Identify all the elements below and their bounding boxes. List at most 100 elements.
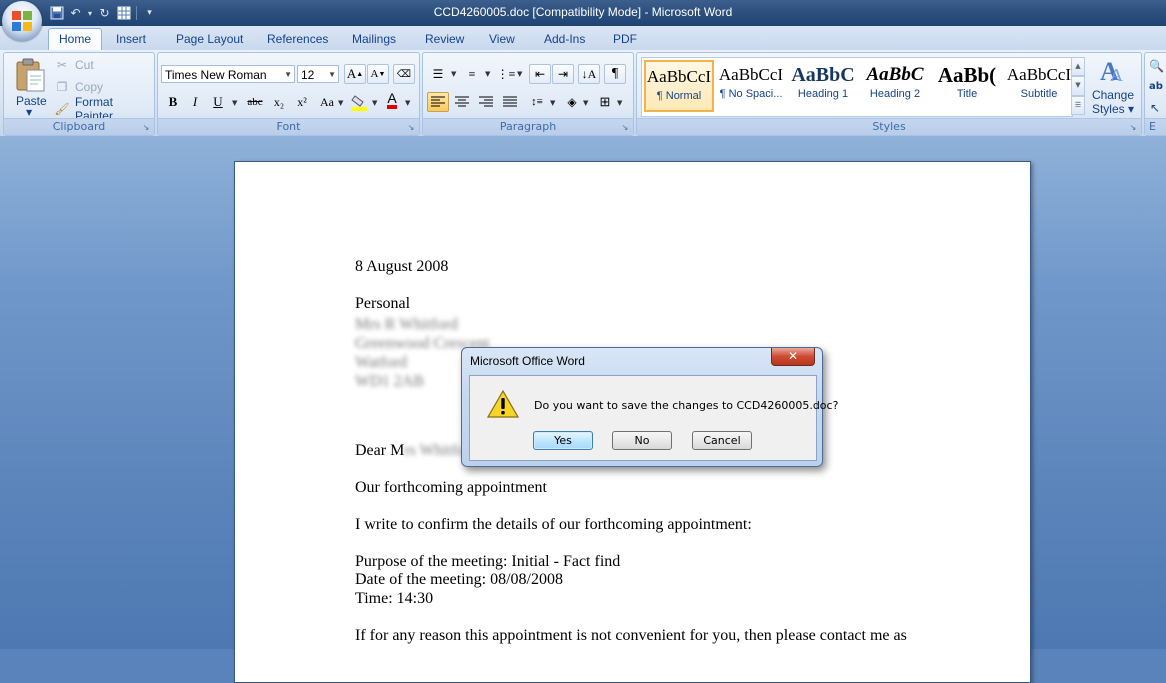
style-no-spacing[interactable]: AaBbCcI ¶ No Spaci... bbox=[716, 60, 786, 112]
grow-font-icon[interactable]: A ▲ bbox=[344, 64, 366, 84]
style-name: ¶ Normal bbox=[656, 90, 702, 102]
style-title[interactable]: AaBb( Title bbox=[932, 60, 1002, 112]
undo-icon[interactable]: ↶ bbox=[67, 5, 84, 22]
font-color-icon[interactable]: A bbox=[381, 90, 403, 110]
styles-launcher-icon[interactable]: ↘ bbox=[1128, 123, 1138, 133]
justify-icon[interactable] bbox=[499, 92, 521, 112]
font-name-dropdown-icon[interactable]: ▼ bbox=[284, 66, 292, 84]
tab-add-ins[interactable]: Add-Ins bbox=[534, 29, 595, 50]
save-icon[interactable] bbox=[48, 5, 65, 22]
style-heading-1[interactable]: AaBbC Heading 1 bbox=[788, 60, 858, 112]
tab-home[interactable]: Home bbox=[48, 28, 103, 50]
highlight-dropdown-icon[interactable]: ▼ bbox=[372, 99, 377, 107]
multilevel-list-icon[interactable]: ⋮≡ bbox=[495, 64, 517, 84]
styles-group-label: Styles bbox=[637, 118, 1141, 135]
underline-dropdown-icon[interactable]: ▼ bbox=[232, 99, 237, 107]
shrink-font-icon[interactable]: A ▼ bbox=[367, 64, 389, 84]
paste-button[interactable]: Paste bbox=[16, 94, 47, 108]
office-button[interactable] bbox=[2, 1, 42, 41]
format-painter-button[interactable]: 🖌 Format Painter bbox=[54, 95, 154, 123]
change-styles-label-2: Styles ▾ bbox=[1091, 102, 1135, 116]
redo-icon[interactable]: ↻ bbox=[96, 5, 113, 22]
style-sample: AaBbC bbox=[866, 64, 924, 85]
table-icon[interactable] bbox=[115, 5, 132, 22]
cut-button[interactable]: ✂ Cut bbox=[54, 56, 94, 74]
clipboard-launcher-icon[interactable]: ↘ bbox=[141, 123, 151, 133]
numbering-dropdown-icon[interactable]: ▼ bbox=[485, 70, 490, 78]
align-left-icon[interactable] bbox=[427, 92, 449, 112]
paragraph-launcher-icon[interactable]: ↘ bbox=[620, 123, 630, 133]
underline-button[interactable]: U bbox=[207, 92, 229, 112]
borders-icon[interactable]: ⊞ bbox=[594, 92, 616, 112]
strikethrough-button[interactable]: abc bbox=[244, 92, 266, 112]
multilevel-dropdown-icon[interactable]: ▼ bbox=[517, 70, 522, 78]
customize-qat-icon[interactable]: ▾ bbox=[141, 5, 158, 22]
gallery-up-icon[interactable]: ▲ bbox=[1071, 57, 1085, 77]
tab-review[interactable]: Review bbox=[415, 29, 474, 50]
superscript-button[interactable]: x² bbox=[291, 92, 313, 112]
change-case-dropdown-icon[interactable]: ▼ bbox=[338, 99, 343, 107]
font-color-dropdown-icon[interactable]: ▼ bbox=[405, 99, 410, 107]
styles-gallery: AaBbCcI ¶ Normal AaBbCcI ¶ No Spaci... A… bbox=[641, 57, 1073, 117]
align-center-icon[interactable] bbox=[451, 92, 473, 112]
tab-insert[interactable]: Insert bbox=[106, 29, 156, 50]
line-spacing-icon[interactable]: ↕≡ bbox=[526, 92, 548, 112]
find-icon[interactable]: 🔍 bbox=[1149, 59, 1164, 73]
copy-button[interactable]: ❐ Copy bbox=[54, 78, 103, 96]
bullets-icon[interactable]: ☰ bbox=[427, 64, 449, 84]
decrease-indent-icon[interactable]: ⇤ bbox=[529, 64, 551, 84]
increase-indent-icon[interactable]: ⇥ bbox=[552, 64, 574, 84]
italic-button[interactable]: I bbox=[184, 92, 206, 112]
style-name: ¶ No Spaci... bbox=[719, 88, 783, 100]
shading-dropdown-icon[interactable]: ▼ bbox=[583, 99, 588, 107]
font-size-value: 12 bbox=[301, 68, 315, 82]
tab-page-layout[interactable]: Page Layout bbox=[166, 29, 253, 50]
font-name-select[interactable]: Times New Roman ▼ bbox=[161, 65, 295, 83]
shading-icon[interactable]: ◈ bbox=[561, 92, 583, 112]
cancel-button[interactable]: Cancel bbox=[692, 431, 752, 450]
highlight-icon[interactable] bbox=[348, 92, 370, 112]
window-title: CCD4260005.doc [Compatibility Mode] - Mi… bbox=[433, 5, 733, 19]
style-subtitle[interactable]: AaBbCcI Subtitle bbox=[1004, 60, 1074, 112]
style-sample: AaBbC bbox=[791, 64, 855, 86]
gallery-more-icon[interactable]: ☰ bbox=[1071, 95, 1085, 115]
style-sample: AaBbCcI bbox=[646, 67, 712, 86]
show-formatting-marks-icon[interactable]: ¶ bbox=[604, 64, 626, 84]
paragraph-group-label: Paragraph bbox=[423, 118, 633, 135]
clear-formatting-icon[interactable]: ⌫ bbox=[393, 64, 415, 84]
numbering-icon[interactable]: ≡ bbox=[461, 64, 483, 84]
align-right-icon[interactable] bbox=[475, 92, 497, 112]
select-icon[interactable]: ↖ bbox=[1150, 101, 1160, 115]
tab-view[interactable]: View bbox=[479, 29, 525, 50]
tab-mailings[interactable]: Mailings bbox=[342, 29, 406, 50]
tab-references[interactable]: References bbox=[257, 29, 338, 50]
tab-pdf[interactable]: PDF bbox=[603, 29, 647, 50]
bullets-dropdown-icon[interactable]: ▼ bbox=[451, 70, 456, 78]
font-size-dropdown-icon[interactable]: ▼ bbox=[328, 66, 336, 84]
paste-dropdown-icon[interactable]: ▼ bbox=[26, 108, 32, 117]
dialog-close-button[interactable]: ✕ bbox=[771, 348, 815, 366]
svg-text:A: A bbox=[1110, 65, 1123, 85]
style-normal[interactable]: AaBbCcI ¶ Normal bbox=[644, 60, 714, 112]
paragraph-group: ☰ ▼ ≡ ▼ ⋮≡ ▼ ⇤ ⇥ ↓A ¶ ↕≡ ▼ ◈ ▼ ⊞ ▼ Parag… bbox=[422, 52, 634, 136]
subscript-button[interactable]: x₂ bbox=[268, 92, 290, 112]
sort-icon[interactable]: ↓A bbox=[578, 64, 600, 84]
office-logo-icon bbox=[12, 11, 32, 31]
font-launcher-icon[interactable]: ↘ bbox=[406, 123, 416, 133]
style-sample: AaBbCcI bbox=[718, 65, 784, 84]
line-spacing-dropdown-icon[interactable]: ▼ bbox=[550, 99, 555, 107]
undo-dropdown-icon[interactable]: ▾ bbox=[86, 5, 94, 22]
gallery-down-icon[interactable]: ▼ bbox=[1071, 76, 1085, 96]
clipboard-group-label: Clipboard bbox=[4, 118, 154, 135]
borders-dropdown-icon[interactable]: ▼ bbox=[617, 99, 622, 107]
change-styles-button[interactable]: A A Change Styles ▾ bbox=[1089, 55, 1137, 117]
scissors-icon: ✂ bbox=[56, 58, 68, 72]
change-case-button[interactable]: Aa bbox=[316, 92, 338, 112]
yes-button[interactable]: Yes bbox=[533, 431, 593, 450]
no-button[interactable]: No bbox=[612, 431, 672, 450]
style-heading-2[interactable]: AaBbC Heading 2 bbox=[860, 60, 930, 112]
replace-icon[interactable]: ab bbox=[1149, 81, 1163, 92]
bold-button[interactable]: B bbox=[162, 92, 184, 112]
paste-icon[interactable] bbox=[14, 57, 46, 93]
font-size-select[interactable]: 12 ▼ bbox=[297, 65, 339, 83]
